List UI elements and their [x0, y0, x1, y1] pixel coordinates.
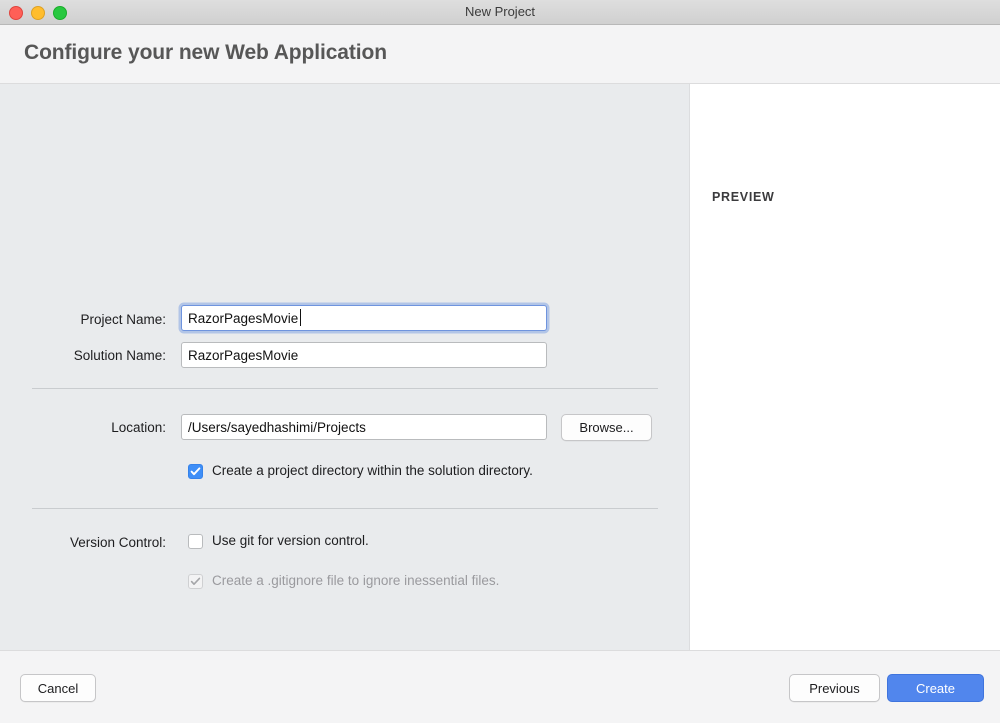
previous-button[interactable]: Previous: [789, 674, 880, 702]
dialog-body: Project Name: Solution Name: Location: B…: [0, 84, 1000, 650]
create-button[interactable]: Create: [887, 674, 984, 702]
solution-name-input[interactable]: [181, 342, 547, 368]
text-caret: [300, 309, 301, 326]
window-title: New Project: [0, 0, 1000, 24]
gitignore-checkbox: [188, 574, 203, 589]
solution-name-label: Solution Name:: [20, 346, 166, 366]
dialog-footer: Cancel Previous Create: [0, 650, 1000, 723]
create-project-directory-checkbox[interactable]: [188, 464, 203, 479]
location-input[interactable]: [181, 414, 547, 440]
form-pane: Project Name: Solution Name: Location: B…: [0, 84, 690, 650]
location-label: Location:: [20, 418, 166, 438]
project-name-label: Project Name:: [20, 310, 166, 330]
project-name-input[interactable]: [181, 305, 547, 331]
checkmark-icon: [189, 465, 202, 478]
create-project-directory-checkbox-row[interactable]: Create a project directory within the so…: [188, 462, 533, 480]
browse-button[interactable]: Browse...: [561, 414, 652, 441]
gitignore-label: Create a .gitignore file to ignore iness…: [212, 572, 499, 590]
checkmark-icon: [189, 575, 202, 588]
version-control-label: Version Control:: [20, 533, 166, 553]
dialog-header: Configure your new Web Application: [0, 25, 1000, 84]
gitignore-checkbox-row: Create a .gitignore file to ignore iness…: [188, 572, 499, 590]
preview-heading: PREVIEW: [712, 190, 775, 204]
title-bar: New Project: [0, 0, 1000, 25]
page-title: Configure your new Web Application: [24, 41, 387, 65]
divider: [32, 508, 658, 509]
preview-pane: PREVIEW /Users/sayedhashimi/Projects Raz…: [690, 84, 1000, 650]
use-git-label: Use git for version control.: [212, 532, 369, 550]
divider: [32, 388, 658, 389]
use-git-checkbox[interactable]: [188, 534, 203, 549]
use-git-checkbox-row[interactable]: Use git for version control.: [188, 532, 369, 550]
new-project-dialog: New Project Configure your new Web Appli…: [0, 0, 1000, 723]
create-project-directory-label: Create a project directory within the so…: [212, 462, 533, 480]
cancel-button[interactable]: Cancel: [20, 674, 96, 702]
